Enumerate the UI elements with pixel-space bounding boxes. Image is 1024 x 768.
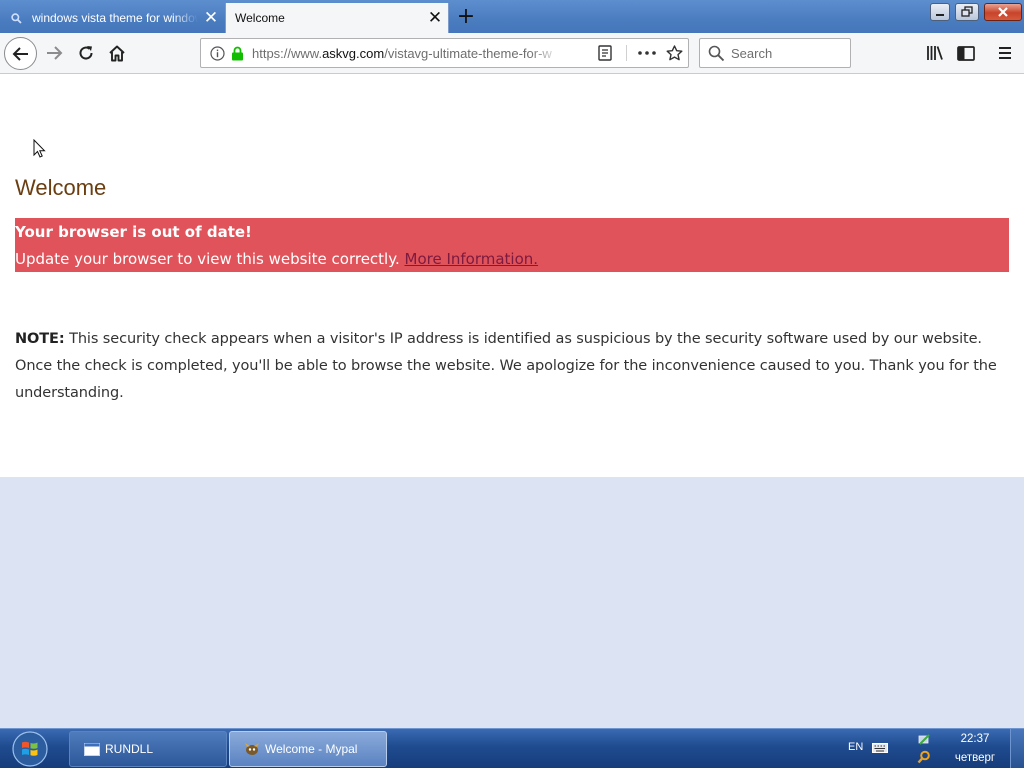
library-icon <box>927 46 943 60</box>
taskbar-item-label: RUNDLL <box>105 742 154 756</box>
page-actions-icon[interactable] <box>637 39 657 67</box>
reload-button[interactable] <box>72 39 100 67</box>
restore-button[interactable] <box>955 3 979 21</box>
close-window-button[interactable] <box>984 3 1022 21</box>
bookmark-star-icon[interactable] <box>664 39 684 67</box>
tab-close-icon[interactable]: ✕ <box>198 4 224 32</box>
home-button[interactable] <box>103 39 131 67</box>
note-label: NOTE: <box>15 331 65 347</box>
mouse-cursor-icon <box>33 139 46 158</box>
navigation-toolbar: https://www.askvg.com/vistavg-ultimate-t… <box>0 33 1024 74</box>
search-bar[interactable] <box>699 38 851 68</box>
alert-text: Update your browser to view this website… <box>15 250 405 268</box>
home-icon <box>109 45 125 61</box>
alert-message: Update your browser to view this website… <box>15 250 538 268</box>
clock-time[interactable]: 22:37 <box>952 733 998 745</box>
more-information-link[interactable]: More Information. <box>405 250 539 268</box>
mypal-icon <box>244 741 260 757</box>
tab-title: windows vista theme for windows <box>32 11 198 25</box>
tab-strip: windows vista theme for windows ✕ Welcom… <box>0 0 1024 33</box>
url-separator <box>626 45 627 61</box>
reload-icon <box>79 46 93 60</box>
page-title: Welcome <box>15 175 107 200</box>
taskbar-item-welcome-mypal[interactable]: Welcome - Mypal <box>229 731 387 767</box>
url-path: /vistavg-ultimate-theme-for-w <box>384 46 552 61</box>
forward-button[interactable] <box>40 39 68 67</box>
info-icon[interactable] <box>208 39 226 67</box>
url-domain: askvg.com <box>322 46 385 61</box>
url-text[interactable]: https://www.askvg.com/vistavg-ultimate-t… <box>252 46 561 61</box>
back-button[interactable] <box>4 37 37 70</box>
taskbar-item-label: Welcome - Mypal <box>265 742 358 756</box>
language-indicator[interactable]: EN <box>848 741 863 753</box>
outdated-browser-alert: Your browser is out of date! Update your… <box>15 218 1009 272</box>
window-icon <box>84 742 100 756</box>
menu-button[interactable] <box>991 39 1019 67</box>
alert-title: Your browser is out of date! <box>15 223 252 241</box>
new-tab-button[interactable]: + <box>453 3 479 31</box>
show-desktop-button[interactable] <box>1010 729 1024 768</box>
minimize-button[interactable] <box>930 3 950 21</box>
security-note: NOTE: This security check appears when a… <box>15 326 1015 407</box>
start-button[interactable] <box>10 730 50 768</box>
hamburger-menu-icon <box>999 47 1011 59</box>
tab-welcome[interactable]: Welcome ✕ <box>225 3 449 33</box>
windows-start-icon <box>12 731 48 767</box>
back-arrow-icon <box>12 46 28 61</box>
lock-icon[interactable] <box>229 39 245 67</box>
address-bar[interactable]: https://www.askvg.com/vistavg-ultimate-t… <box>200 38 689 68</box>
forward-arrow-icon <box>47 46 63 60</box>
taskbar-item-rundll[interactable]: RUNDLL <box>69 731 227 767</box>
reader-view-icon[interactable] <box>595 39 615 67</box>
search-tray-icon[interactable] <box>917 750 931 764</box>
tab-close-icon[interactable]: ✕ <box>422 4 448 32</box>
url-prefix: https://www. <box>252 46 323 61</box>
search-input[interactable] <box>731 44 843 62</box>
tab-title: Welcome <box>235 11 285 25</box>
network-tray-icon[interactable] <box>917 733 931 747</box>
taskbar: RUNDLL Welcome - Mypal EN 22:37 четверг <box>0 728 1024 768</box>
sidebar-button[interactable] <box>952 39 980 67</box>
sidebar-icon <box>957 45 975 61</box>
tab-windows-vista-theme[interactable]: windows vista theme for windows ✕ <box>0 3 224 33</box>
keyboard-icon[interactable] <box>872 742 888 754</box>
clock-day[interactable]: четверг <box>948 752 1002 764</box>
library-button[interactable] <box>921 39 949 67</box>
note-text: This security check appears when a visit… <box>15 331 997 401</box>
search-icon <box>708 45 725 62</box>
page-content: Welcome Your browser is out of date! Upd… <box>0 74 1024 477</box>
search-icon <box>11 12 23 24</box>
